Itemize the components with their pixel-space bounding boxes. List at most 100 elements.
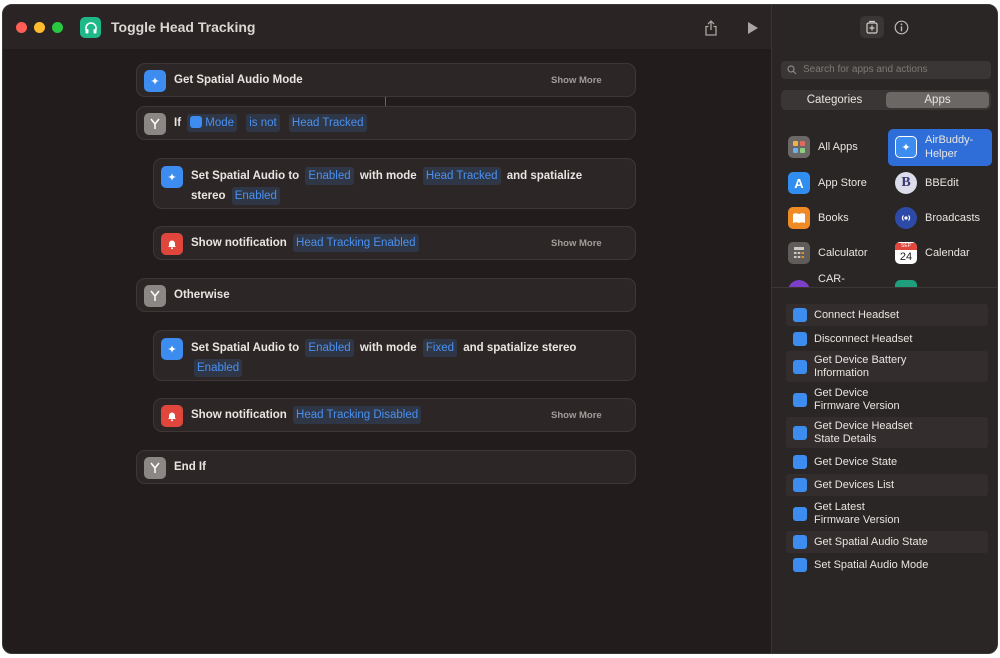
action-label: Get Device State bbox=[814, 456, 898, 468]
segment-apps[interactable]: Apps bbox=[886, 92, 989, 108]
action-connect-headset[interactable]: Connect Headset bbox=[786, 304, 988, 326]
segment-categories[interactable]: Categories bbox=[783, 92, 886, 108]
zoom-window-button[interactable] bbox=[52, 22, 63, 33]
spatialize-label: and spatialize bbox=[506, 170, 583, 182]
airbuddy-icon bbox=[793, 455, 807, 469]
otherwise-label: Otherwise bbox=[174, 289, 230, 301]
car-icon bbox=[788, 280, 810, 287]
title-bar: Toggle Head Tracking bbox=[3, 5, 771, 49]
action-get-latest-firmware-version[interactable]: Get Latest Firmware Version bbox=[786, 498, 988, 529]
stereo-label: stereo bbox=[191, 190, 226, 202]
action-disconnect-headset[interactable]: Disconnect Headset bbox=[786, 328, 988, 350]
app-bbedit[interactable]: B BBEdit bbox=[888, 166, 992, 200]
action-label-line2: Information bbox=[814, 367, 870, 379]
action-get-device-firmware-version[interactable]: Get Device Firmware Version bbox=[786, 384, 988, 415]
show-more-button[interactable]: Show More bbox=[551, 238, 602, 249]
audio-mode-token[interactable]: Fixed bbox=[422, 339, 458, 357]
airbuddy-icon bbox=[793, 507, 807, 521]
action-set-spatial-audio-1[interactable]: ✦ Set Spatial Audio to Enabled with mode… bbox=[153, 158, 636, 209]
show-more-button[interactable]: Show More bbox=[551, 410, 602, 421]
app-label: All Apps bbox=[818, 141, 858, 153]
set-audio-prefix: Set Spatial Audio to bbox=[191, 342, 300, 354]
app-partial[interactable] bbox=[888, 272, 992, 287]
stereo-state-token[interactable]: Enabled bbox=[194, 359, 243, 377]
notification-message-token[interactable]: Head Tracking Enabled bbox=[293, 234, 419, 252]
airbuddy-icon: ✦ bbox=[895, 136, 917, 158]
action-show-notification-2[interactable]: Show notification Head Tracking Disabled… bbox=[153, 398, 636, 432]
action-get-devices-list[interactable]: Get Devices List bbox=[786, 474, 988, 496]
app-icon bbox=[895, 280, 917, 287]
action-label-line2: Firmware Version bbox=[814, 400, 900, 412]
airbuddy-icon bbox=[793, 308, 807, 322]
segmented-control: Categories Apps bbox=[781, 90, 991, 110]
flow-connector bbox=[385, 97, 386, 106]
branch-icon bbox=[144, 457, 166, 479]
run-button[interactable] bbox=[742, 17, 764, 39]
app-all-apps[interactable]: All Apps bbox=[781, 130, 881, 164]
with-mode-label: with mode bbox=[359, 342, 417, 354]
action-if[interactable]: If Mode is not Head Tracked bbox=[136, 106, 636, 140]
calendar-day: 24 bbox=[899, 250, 913, 263]
action-show-notification-1[interactable]: Show notification Head Tracking Enabled … bbox=[153, 226, 636, 260]
airbuddy-icon: ✦ bbox=[161, 338, 183, 360]
end-if-label: End If bbox=[174, 461, 206, 473]
action-get-device-battery-information[interactable]: Get Device Battery Information bbox=[786, 351, 988, 382]
editor-pane: Toggle Head Tracking ✦ Get Spatial Audio… bbox=[3, 5, 771, 653]
with-mode-label: with mode bbox=[359, 170, 417, 182]
variable-mode-label: Mode bbox=[205, 117, 235, 129]
action-set-spatial-audio-2[interactable]: ✦ Set Spatial Audio to Enabled with mode… bbox=[153, 330, 636, 381]
window-title: Toggle Head Tracking bbox=[111, 19, 256, 35]
audio-state-token[interactable]: Enabled bbox=[305, 167, 354, 185]
library-tab-button[interactable] bbox=[860, 16, 884, 38]
action-get-device-state[interactable]: Get Device State bbox=[786, 451, 988, 473]
app-label: Calculator bbox=[818, 247, 868, 259]
airbuddy-icon bbox=[793, 360, 807, 374]
action-get-device-headset-state-details[interactable]: Get Device Headset State Details bbox=[786, 417, 988, 448]
apps-grid: All Apps ✦ AirBuddy- Helper A App Store … bbox=[772, 123, 997, 287]
play-icon bbox=[748, 22, 758, 34]
broadcasts-icon bbox=[895, 207, 917, 229]
stereo-state-token[interactable]: Enabled bbox=[231, 187, 280, 205]
app-calculator[interactable]: Calculator bbox=[781, 236, 881, 270]
share-button[interactable] bbox=[700, 17, 722, 39]
minimize-window-button[interactable] bbox=[34, 22, 45, 33]
close-window-button[interactable] bbox=[16, 22, 27, 33]
app-car[interactable]: CAR- bbox=[781, 272, 881, 287]
branch-icon bbox=[144, 113, 166, 135]
divider bbox=[772, 287, 997, 288]
app-label: App Store bbox=[818, 177, 867, 189]
app-label: BBEdit bbox=[925, 177, 959, 189]
search-field[interactable]: Search for apps and actions bbox=[781, 61, 991, 79]
app-label: Books bbox=[818, 212, 849, 224]
notification-message-token[interactable]: Head Tracking Disabled bbox=[293, 406, 422, 424]
variable-mode-token[interactable]: Mode bbox=[187, 114, 238, 132]
action-label: Connect Headset bbox=[814, 309, 899, 321]
app-label: Broadcasts bbox=[925, 212, 981, 224]
action-otherwise[interactable]: Otherwise bbox=[136, 278, 636, 312]
app-app-store[interactable]: A App Store bbox=[781, 166, 881, 200]
calendar-icon: SEP 24 bbox=[895, 242, 917, 264]
app-books[interactable]: Books bbox=[781, 201, 881, 235]
action-get-spatial-audio-state[interactable]: Get Spatial Audio State bbox=[786, 531, 988, 553]
app-label-line2: Helper bbox=[925, 148, 958, 160]
action-end-if[interactable]: End If bbox=[136, 450, 636, 484]
condition-value-token[interactable]: Head Tracked bbox=[288, 114, 367, 132]
info-tab-button[interactable] bbox=[891, 17, 911, 37]
app-label: Calendar bbox=[925, 247, 970, 259]
notification-prefix: Show notification bbox=[191, 409, 287, 421]
if-keyword: If bbox=[174, 117, 182, 129]
app-airbuddy-helper[interactable]: ✦ AirBuddy- Helper bbox=[888, 129, 992, 166]
show-more-button[interactable]: Show More bbox=[551, 75, 602, 86]
action-set-spatial-audio-mode[interactable]: Set Spatial Audio Mode bbox=[786, 554, 988, 576]
app-calendar[interactable]: SEP 24 Calendar bbox=[888, 236, 992, 270]
airbuddy-icon bbox=[793, 558, 807, 572]
action-get-spatial-audio-mode[interactable]: ✦ Get Spatial Audio Mode Show More bbox=[136, 63, 636, 97]
condition-operator-token[interactable]: is not bbox=[246, 114, 280, 132]
add-action-icon bbox=[866, 20, 878, 34]
audio-state-token[interactable]: Enabled bbox=[305, 339, 354, 357]
app-broadcasts[interactable]: Broadcasts bbox=[888, 201, 992, 235]
airbuddy-icon bbox=[793, 332, 807, 346]
airbuddy-icon: ✦ bbox=[161, 166, 183, 188]
audio-mode-token[interactable]: Head Tracked bbox=[422, 167, 501, 185]
action-label-line1: Get Device Headset bbox=[814, 420, 913, 432]
